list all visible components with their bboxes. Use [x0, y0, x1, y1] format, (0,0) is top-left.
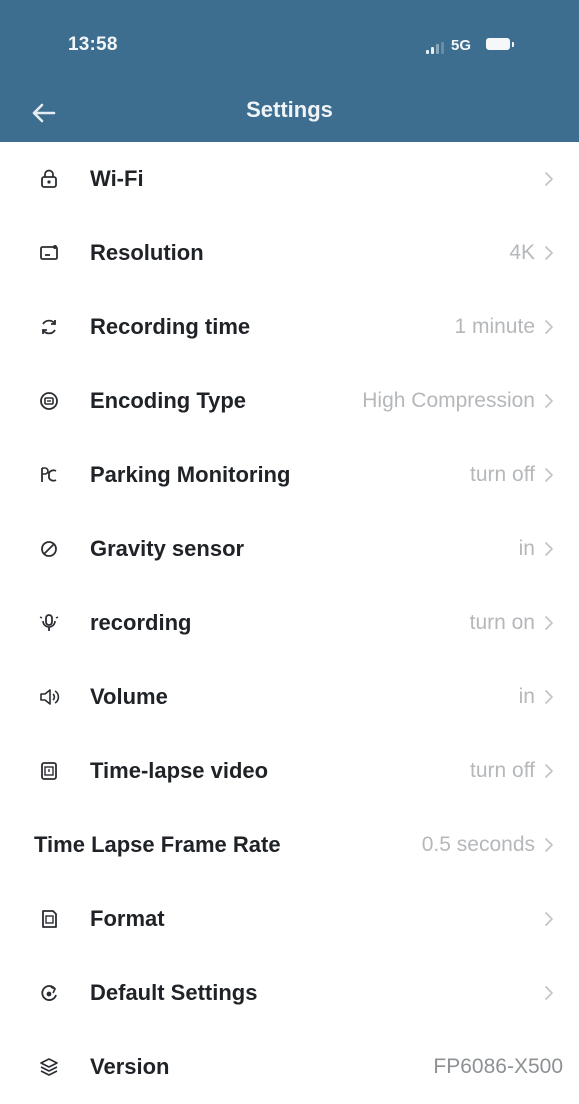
- settings-item-recording[interactable]: recording turn on: [0, 586, 579, 660]
- settings-item-wifi[interactable]: Wi-Fi: [0, 142, 579, 216]
- chevron-right-icon: [545, 690, 553, 704]
- layers-icon: [38, 1056, 60, 1078]
- settings-item-parking-monitoring[interactable]: Parking Monitoring turn off: [0, 438, 579, 512]
- settings-item-gravity-sensor[interactable]: Gravity sensor in: [0, 512, 579, 586]
- settings-item-format[interactable]: Format: [0, 882, 579, 956]
- settings-item-version: Version FP6086-X500: [0, 1030, 579, 1104]
- settings-item-value: 4K: [509, 241, 535, 264]
- chevron-right-icon: [545, 394, 553, 408]
- parking-icon: [38, 464, 60, 486]
- battery-icon: [486, 38, 514, 50]
- settings-item-label: Resolution: [90, 240, 204, 265]
- settings-item-label: Gravity sensor: [90, 536, 245, 561]
- page-title: Settings: [246, 97, 333, 122]
- settings-item-recording-time[interactable]: Recording time 1 minute: [0, 290, 579, 364]
- volume-icon: [38, 686, 60, 708]
- settings-item-value: in: [518, 537, 535, 560]
- settings-item-label: Default Settings: [90, 980, 258, 1005]
- settings-item-value: turn off: [470, 463, 535, 486]
- chevron-right-icon: [545, 320, 553, 334]
- settings-item-value: turn off: [470, 759, 535, 782]
- settings-item-resolution[interactable]: Resolution 4K: [0, 216, 579, 290]
- settings-item-volume[interactable]: Volume in: [0, 660, 579, 734]
- gravity-icon: [38, 538, 60, 560]
- settings-list: Wi-Fi Resolution 4K Recording time 1 min…: [0, 142, 579, 1104]
- status-time: 13:58: [68, 34, 118, 55]
- settings-item-value: turn on: [469, 611, 535, 634]
- chevron-right-icon: [545, 616, 553, 630]
- settings-item-default-settings[interactable]: Default Settings: [0, 956, 579, 1030]
- loop-icon: [38, 316, 60, 338]
- signal-icon: [426, 42, 444, 54]
- chevron-right-icon: [545, 912, 553, 926]
- settings-item-time-lapse-video[interactable]: Time-lapse video turn off: [0, 734, 579, 808]
- settings-item-encoding-type[interactable]: Encoding Type High Compression: [0, 364, 579, 438]
- network-type: 5G: [451, 37, 472, 54]
- chevron-right-icon: [545, 986, 553, 1000]
- settings-item-value: High Compression: [362, 389, 535, 412]
- settings-item-label: Wi-Fi: [90, 166, 144, 191]
- settings-item-label: Encoding Type: [90, 388, 247, 413]
- settings-item-label: Time-lapse video: [90, 758, 269, 783]
- chevron-right-icon: [545, 542, 553, 556]
- chevron-right-icon: [545, 838, 553, 852]
- chevron-right-icon: [545, 172, 553, 186]
- header-bar: Settings: [0, 82, 579, 142]
- screen-icon: [38, 242, 60, 264]
- settings-item-label: Format: [90, 906, 165, 931]
- settings-item-label: recording: [90, 610, 192, 635]
- version-value: FP6086-X500: [433, 1055, 563, 1078]
- chevron-right-icon: [545, 468, 553, 482]
- settings-item-time-lapse-frame-rate[interactable]: Time Lapse Frame Rate 0.5 seconds: [0, 808, 579, 882]
- sd-card-icon: [38, 908, 60, 930]
- chevron-right-icon: [545, 246, 553, 260]
- lock-icon: [38, 168, 60, 190]
- status-bar: 13:58 5G: [0, 0, 579, 82]
- settings-item-label: Time Lapse Frame Rate: [34, 832, 281, 857]
- encoding-icon: [38, 390, 60, 412]
- reset-icon: [38, 982, 60, 1004]
- microphone-icon: [38, 612, 60, 634]
- settings-item-label: Volume: [90, 684, 168, 709]
- settings-item-value: in: [518, 685, 535, 708]
- chevron-right-icon: [545, 764, 553, 778]
- timelapse-icon: [38, 760, 60, 782]
- settings-item-label: Parking Monitoring: [90, 462, 291, 487]
- settings-item-value: 0.5 seconds: [421, 833, 535, 856]
- settings-item-label: Version: [90, 1054, 170, 1079]
- settings-item-value: 1 minute: [454, 315, 535, 338]
- settings-item-label: Recording time: [90, 314, 251, 339]
